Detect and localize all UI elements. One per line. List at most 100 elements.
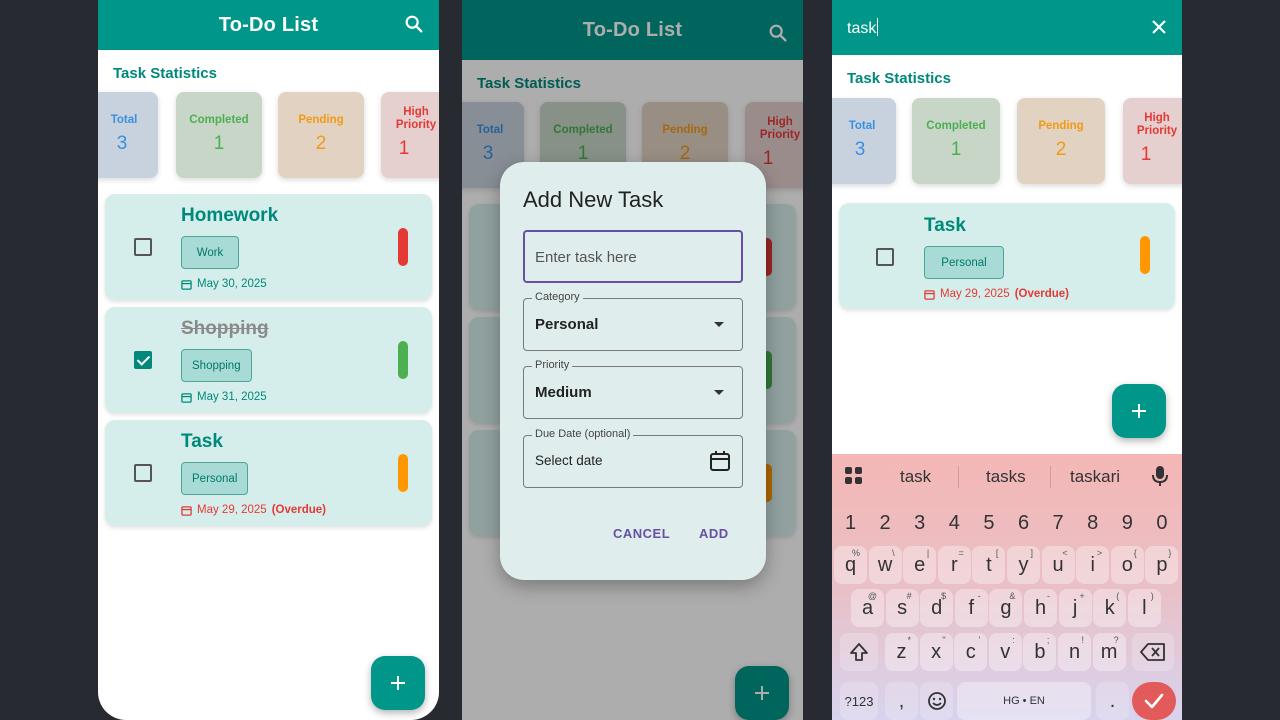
key-label: v <box>1000 640 1011 663</box>
task-checkbox[interactable] <box>876 248 894 266</box>
backspace-icon <box>1140 643 1165 661</box>
task-due-date: May 29, 2025 (Overdue) <box>924 288 1069 300</box>
number-key[interactable]: 5 <box>972 504 1005 542</box>
keyboard-key[interactable]: r = <box>937 546 971 584</box>
category-value: Personal <box>535 316 599 333</box>
keyboard-key[interactable]: l) <box>1127 589 1161 627</box>
task-card[interactable]: Task Personal May 29, 2025 (Overdue) <box>839 203 1175 309</box>
key-label: i <box>1090 553 1095 576</box>
number-key[interactable]: 2 <box>869 504 902 542</box>
task-date-text: May 29, 2025 <box>197 504 267 516</box>
suggestion-item[interactable]: task <box>900 467 931 487</box>
key-label: j <box>1072 596 1078 619</box>
add-button[interactable]: ADD <box>699 526 729 541</box>
keyboard-key[interactable]: a @ <box>851 589 884 627</box>
priority-select[interactable]: Priority Medium <box>523 359 743 419</box>
task-input-placeholder: Enter task here <box>535 249 637 266</box>
cancel-button[interactable]: CANCEL <box>613 526 670 541</box>
suggestion-item[interactable]: tasks <box>986 467 1026 487</box>
suggestion-item[interactable]: taskari <box>1070 467 1120 487</box>
shift-key[interactable] <box>840 633 878 671</box>
number-key[interactable]: 7 <box>1042 504 1075 542</box>
mic-icon[interactable] <box>1152 465 1168 487</box>
stats-heading: Task Statistics <box>113 65 217 82</box>
keyboard-key[interactable]: c ' <box>954 633 988 671</box>
number-key[interactable]: 9 <box>1111 504 1144 542</box>
category-chip: Personal <box>181 462 249 495</box>
task-card[interactable]: Task Personal May 29, 2025 (Overdue) <box>105 420 432 526</box>
suggestion-bar: task tasks taskari <box>832 454 1182 498</box>
key-label: 4 <box>948 511 960 534</box>
key-label: x <box>931 640 942 663</box>
keyboard-key[interactable]: m? <box>1092 633 1126 671</box>
stat-high-label-1: High <box>403 106 429 118</box>
task-card[interactable]: Homework Work May 30, 2025 <box>105 194 432 300</box>
close-icon[interactable] <box>1150 18 1168 36</box>
number-key[interactable]: 3 <box>903 504 936 542</box>
task-card[interactable]: Shopping Shopping May 31, 2025 <box>105 307 432 413</box>
add-task-button[interactable] <box>1112 384 1166 438</box>
stats-heading: Task Statistics <box>847 70 951 87</box>
enter-key[interactable] <box>1132 682 1176 720</box>
key-alt-symbol: ( <box>1116 591 1120 601</box>
keyboard-key[interactable]: e | <box>903 546 937 584</box>
keyboard-key[interactable]: n! <box>1058 633 1091 671</box>
number-key[interactable]: 4 <box>938 504 971 542</box>
keyboard-key[interactable]: d $ <box>920 589 954 627</box>
task-checkbox[interactable] <box>134 464 152 482</box>
number-key[interactable]: 1 <box>834 504 867 542</box>
symbols-key[interactable]: ?123 <box>840 682 878 720</box>
backspace-key[interactable] <box>1132 633 1174 671</box>
keyboard-key[interactable]: h- <box>1024 589 1057 627</box>
keyboard-key[interactable]: u < <box>1041 546 1075 584</box>
suggestion-divider <box>958 466 959 488</box>
key-alt-symbol: = <box>958 548 964 558</box>
search-input[interactable]: task <box>847 18 878 38</box>
key-label: k <box>1104 596 1115 619</box>
keyboard-key[interactable]: z * <box>885 633 918 671</box>
task-checkbox[interactable] <box>134 351 152 369</box>
task-input[interactable]: Enter task here <box>523 230 743 283</box>
key-alt-symbol: + <box>1079 591 1085 601</box>
keyboard-key[interactable]: s # <box>885 589 919 627</box>
keyboard-key[interactable]: t[ <box>972 546 1006 584</box>
keyboard-key[interactable]: y] <box>1007 546 1040 584</box>
keyboard-key[interactable]: v: <box>988 633 1022 671</box>
space-key[interactable]: HG • EN <box>957 682 1091 720</box>
number-key[interactable]: 0 <box>1145 504 1178 542</box>
due-date-value: Select date <box>535 453 603 468</box>
number-key[interactable]: 6 <box>1007 504 1040 542</box>
period-key[interactable]: . <box>1096 682 1129 720</box>
calendar-icon[interactable] <box>709 450 731 472</box>
keyboard-key[interactable]: f- <box>954 589 988 627</box>
stats-row: Total 3 Completed 1 Pending 2 High Priority 1 <box>832 95 1182 191</box>
number-key[interactable]: 8 <box>1076 504 1109 542</box>
emoji-key[interactable] <box>920 682 953 720</box>
task-checkbox[interactable] <box>134 238 152 256</box>
add-task-button[interactable] <box>371 656 425 710</box>
key-alt-symbol: \ <box>892 548 895 558</box>
stat-high-value: 1 <box>1140 144 1152 165</box>
keyboard-key[interactable]: q% <box>834 546 867 584</box>
category-select[interactable]: Category Personal <box>523 291 743 351</box>
keyboard-key[interactable]: k( <box>1093 589 1127 627</box>
keyboard-key[interactable]: x " <box>919 633 953 671</box>
apps-grid-icon[interactable] <box>844 466 864 486</box>
comma-key[interactable]: , <box>885 682 918 720</box>
calendar-icon <box>181 279 192 290</box>
keyboard-key[interactable]: j + <box>1058 589 1092 627</box>
dropdown-arrow-icon <box>714 322 724 327</box>
key-alt-symbol: ' <box>978 635 981 645</box>
key-alt-symbol: $ <box>941 591 947 601</box>
keyboard-key[interactable]: p} <box>1145 546 1179 584</box>
keyboard-key[interactable]: i > <box>1076 546 1110 584</box>
keyboard-key[interactable]: b; <box>1023 633 1057 671</box>
keyboard-key[interactable]: g & <box>989 589 1023 627</box>
phone-search: task Task Statistics Total 3 Completed 1 P… <box>832 0 1182 720</box>
due-date-field[interactable]: Due Date (optional) Select date <box>523 428 743 488</box>
keyboard-key[interactable]: w \ <box>868 546 902 584</box>
keyboard-key[interactable]: o{ <box>1110 546 1144 584</box>
search-icon[interactable] <box>403 13 425 35</box>
phone-task-list: To-Do List Task Statistics Total 3 Comple… <box>98 0 439 720</box>
key-label: c <box>965 640 976 663</box>
